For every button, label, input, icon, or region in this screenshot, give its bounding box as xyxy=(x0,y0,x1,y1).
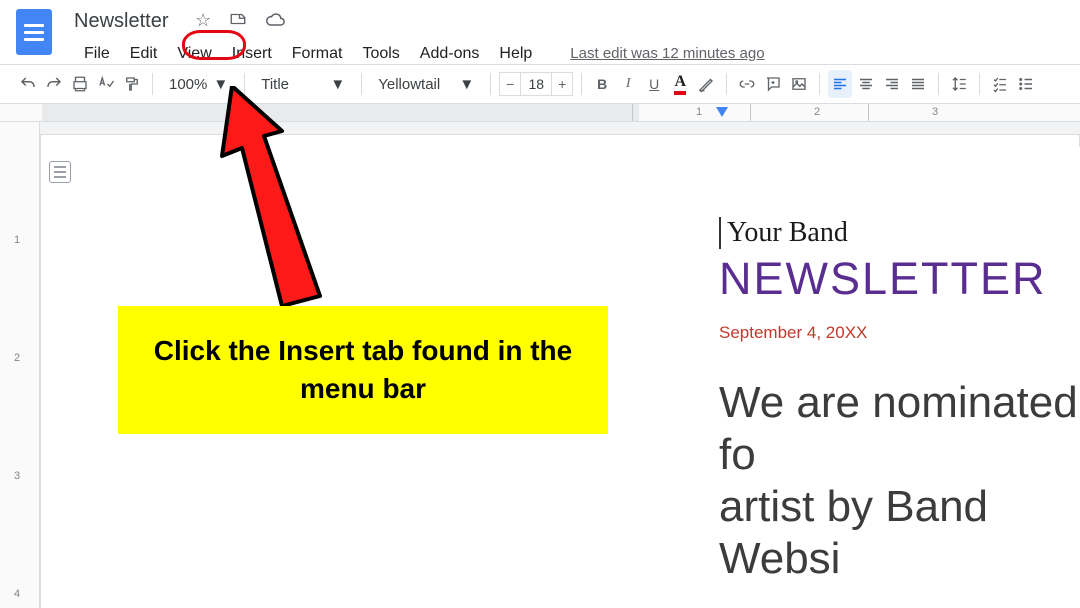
toolbar-separator xyxy=(152,73,153,95)
zoom-select[interactable]: 100% ▼ xyxy=(161,70,236,98)
paragraph-style-select[interactable]: Title ▼ xyxy=(253,70,353,98)
ruler-mark: 3 xyxy=(14,470,20,482)
menu-addons[interactable]: Add-ons xyxy=(410,41,490,67)
menu-edit[interactable]: Edit xyxy=(120,41,168,67)
redo-button[interactable] xyxy=(42,70,66,98)
docs-logo[interactable] xyxy=(10,8,58,56)
align-justify-button[interactable] xyxy=(906,70,930,98)
vertical-ruler[interactable]: 1 2 3 4 xyxy=(0,122,40,608)
newsletter-heading[interactable]: NEWSLETTER xyxy=(719,253,1080,305)
menu-file[interactable]: File xyxy=(74,41,120,67)
ruler-mark: 2 xyxy=(14,352,20,364)
paragraph-style-value: Title xyxy=(261,76,289,93)
document-content[interactable]: Your Band NEWSLETTER September 4, 20XX W… xyxy=(639,147,1080,608)
margin-marker-icon[interactable] xyxy=(716,107,728,117)
band-name-text[interactable]: Your Band xyxy=(719,217,1080,249)
font-select[interactable]: Yellowtail ▼ xyxy=(370,70,482,98)
text-color-button[interactable]: A xyxy=(668,70,692,98)
cloud-saved-icon[interactable] xyxy=(265,10,285,35)
move-icon[interactable] xyxy=(229,10,247,35)
toolbar-separator xyxy=(361,73,362,95)
paint-format-button[interactable] xyxy=(120,70,144,98)
align-center-button[interactable] xyxy=(854,70,878,98)
newsletter-date[interactable]: September 4, 20XX xyxy=(719,323,1080,343)
document-outline-icon[interactable] xyxy=(49,161,71,183)
toolbar: 100% ▼ Title ▼ Yellowtail ▼ − 18 + B I U… xyxy=(0,64,1080,104)
document-title[interactable]: Newsletter xyxy=(74,10,182,33)
ruler-mark: 4 xyxy=(14,588,20,600)
insert-image-button[interactable] xyxy=(787,70,811,98)
increase-font-size-button[interactable]: + xyxy=(551,72,573,96)
menu-tools[interactable]: Tools xyxy=(352,41,409,67)
title-bar: Newsletter ☆ File Edit View Insert Forma… xyxy=(0,0,1080,64)
ruler-mark: 1 xyxy=(14,234,20,246)
chevron-down-icon: ▼ xyxy=(459,76,474,93)
highlight-button[interactable] xyxy=(694,70,718,98)
font-size-value[interactable]: 18 xyxy=(521,72,551,96)
font-size-stepper: − 18 + xyxy=(499,72,573,96)
chevron-down-icon: ▼ xyxy=(213,76,228,93)
checklist-button[interactable] xyxy=(988,70,1012,98)
menu-format[interactable]: Format xyxy=(282,41,353,67)
line-spacing-button[interactable] xyxy=(947,70,971,98)
menu-view[interactable]: View xyxy=(167,41,221,67)
print-button[interactable] xyxy=(68,70,92,98)
underline-button[interactable]: U xyxy=(642,70,666,98)
menu-bar: File Edit View Insert Format Tools Add-o… xyxy=(74,41,775,67)
ruler-mark: 2 xyxy=(814,106,820,118)
italic-button[interactable]: I xyxy=(616,70,640,98)
horizontal-ruler[interactable]: 1 2 3 xyxy=(0,104,1080,122)
toolbar-separator xyxy=(726,73,727,95)
toolbar-separator xyxy=(244,73,245,95)
annotation-callout: Click the Insert tab found in the menu b… xyxy=(118,306,608,434)
align-right-button[interactable] xyxy=(880,70,904,98)
docs-logo-icon xyxy=(16,9,52,55)
font-value: Yellowtail xyxy=(378,76,440,93)
bulleted-list-button[interactable] xyxy=(1014,70,1038,98)
decrease-font-size-button[interactable]: − xyxy=(499,72,521,96)
headline-text[interactable]: We are nominated fo artist by Band Websi xyxy=(719,377,1080,585)
insert-comment-button[interactable] xyxy=(761,70,785,98)
spellcheck-button[interactable] xyxy=(94,70,118,98)
ruler-mark: 1 xyxy=(696,106,702,118)
bold-button[interactable]: B xyxy=(590,70,614,98)
ruler-mark: 3 xyxy=(932,106,938,118)
headline-line2: artist by Band Websi xyxy=(719,482,988,583)
chevron-down-icon: ▼ xyxy=(330,76,345,93)
menu-insert[interactable]: Insert xyxy=(222,41,282,67)
toolbar-separator xyxy=(979,73,980,95)
zoom-value: 100% xyxy=(169,76,207,93)
last-edit-link[interactable]: Last edit was 12 minutes ago xyxy=(560,41,774,67)
star-icon[interactable]: ☆ xyxy=(195,10,211,35)
align-left-button[interactable] xyxy=(828,70,852,98)
toolbar-separator xyxy=(938,73,939,95)
undo-button[interactable] xyxy=(16,70,40,98)
toolbar-separator xyxy=(819,73,820,95)
toolbar-separator xyxy=(581,73,582,95)
insert-link-button[interactable] xyxy=(735,70,759,98)
toolbar-separator xyxy=(490,73,491,95)
headline-line1: We are nominated fo xyxy=(719,378,1078,479)
menu-help[interactable]: Help xyxy=(489,41,542,67)
